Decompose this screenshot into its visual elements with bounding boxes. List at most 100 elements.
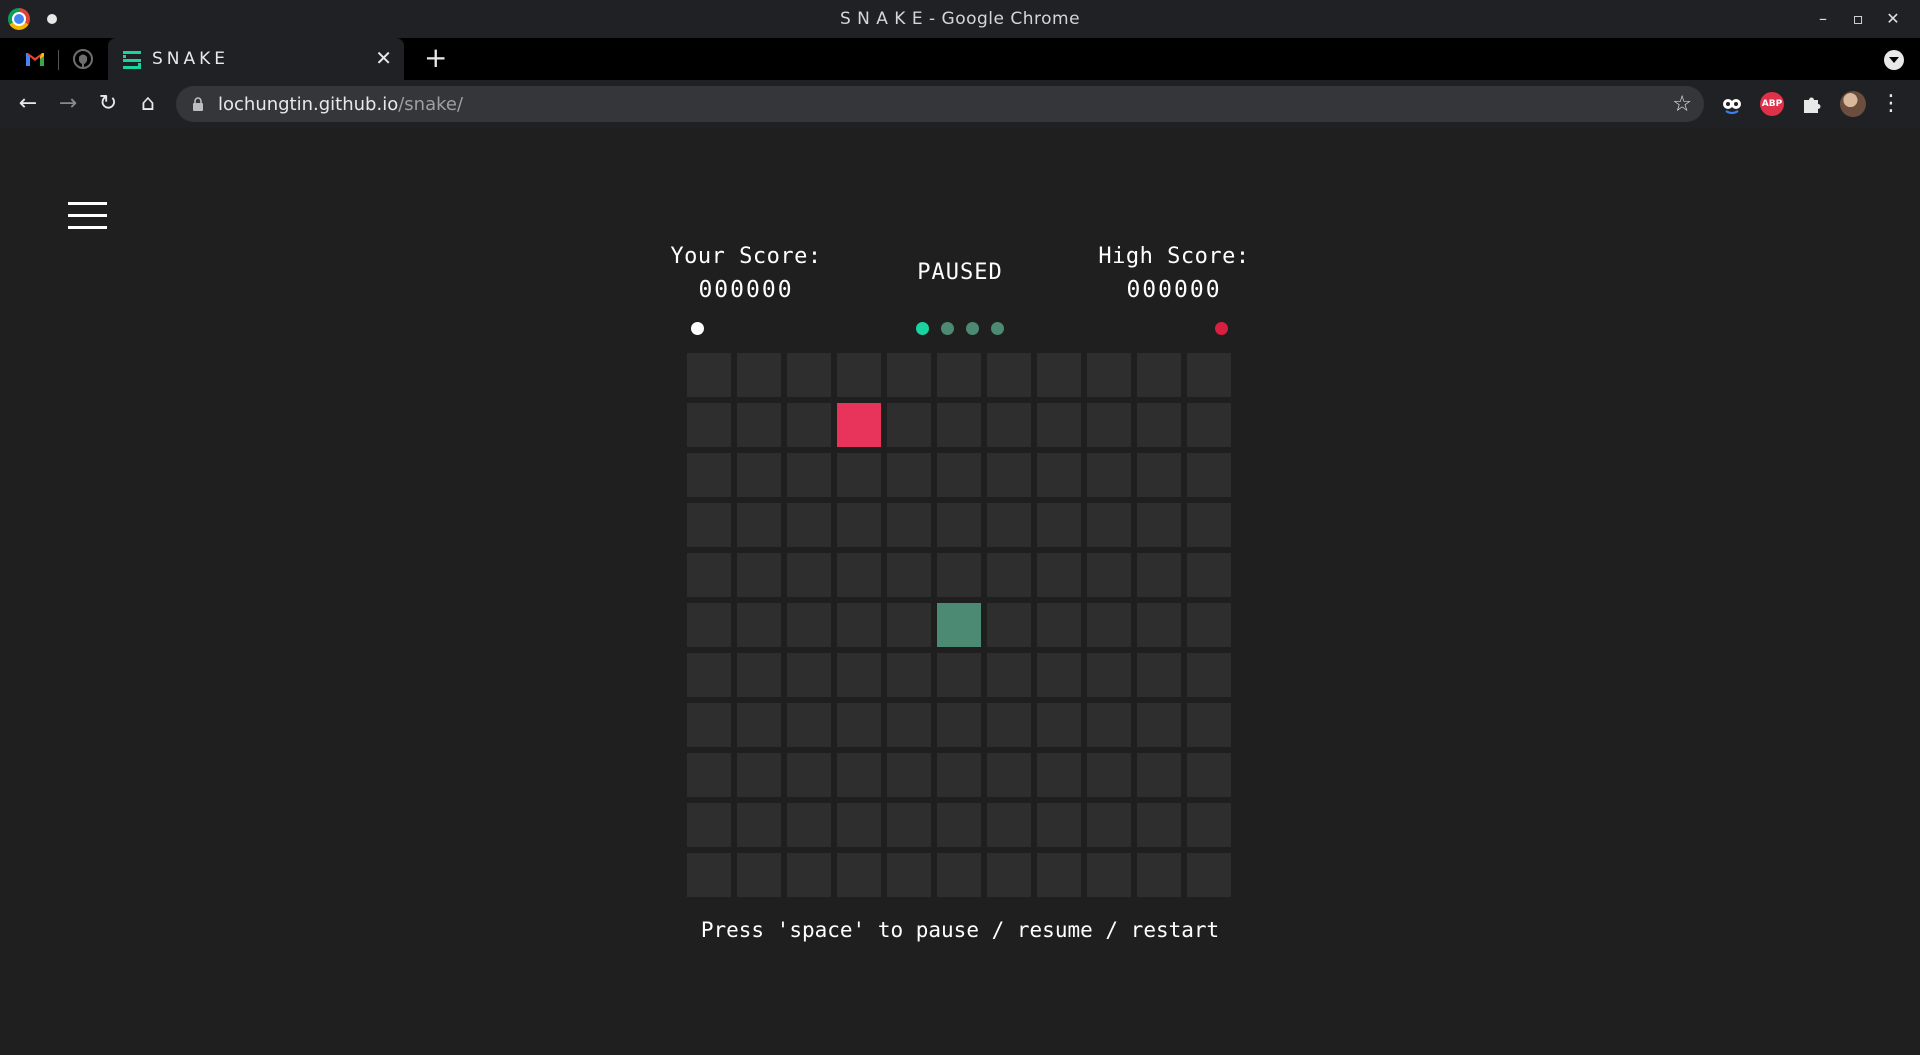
board-cell: [887, 353, 931, 397]
board-cell: [737, 353, 781, 397]
browser-menu-icon[interactable]: ⋮: [1880, 90, 1902, 118]
board-cell: [1137, 453, 1181, 497]
close-window-button[interactable]: ✕: [1878, 6, 1908, 32]
tab-strip: SNAKE ✕ +: [0, 38, 1920, 80]
tab-close-icon[interactable]: ✕: [375, 46, 392, 70]
board-cell: [737, 603, 781, 647]
board-cell: [1087, 453, 1131, 497]
github-icon[interactable]: [72, 48, 94, 70]
board-cell: [687, 353, 731, 397]
board-cell: [1087, 703, 1131, 747]
board-cell: [937, 403, 981, 447]
high-score-value: 000000: [1126, 277, 1222, 303]
window-title: S N A K E - Google Chrome: [839, 9, 1081, 29]
maximize-button[interactable]: ▫: [1843, 6, 1873, 32]
tab-snake[interactable]: SNAKE ✕: [108, 38, 404, 80]
board-cell: [1137, 403, 1181, 447]
adblock-plus-icon[interactable]: ABP: [1760, 92, 1784, 116]
board-cell: [1037, 603, 1081, 647]
home-button[interactable]: ⌂: [134, 90, 162, 118]
board-cell: [937, 753, 981, 797]
speed-dot-4: [991, 322, 1004, 335]
board-cell: [1087, 853, 1131, 897]
board-cell: [1137, 653, 1181, 697]
high-score-label: High Score:: [1098, 244, 1250, 269]
board-cell: [887, 453, 931, 497]
address-bar[interactable]: lochungtin.github.io/snake/ ☆: [176, 86, 1704, 122]
board-cell: [937, 453, 981, 497]
board-cell: [687, 703, 731, 747]
profile-avatar[interactable]: [1840, 91, 1866, 117]
controls-hint: Press 'space' to pause / resume / restar…: [700, 918, 1220, 942]
board-cell: [937, 503, 981, 547]
snake-segment: [937, 603, 981, 647]
lock-icon[interactable]: [192, 97, 204, 111]
board-cell: [737, 503, 781, 547]
board-cell: [687, 803, 731, 847]
your-score-panel: Your Score: 000000: [646, 244, 846, 303]
hamburger-menu-icon[interactable]: [68, 200, 108, 232]
bookmark-star-icon[interactable]: ☆: [1672, 92, 1692, 117]
new-tab-button[interactable]: +: [424, 44, 447, 72]
red-indicator-dot: [1215, 322, 1228, 335]
board-cell: [1087, 403, 1131, 447]
board-cell: [837, 553, 881, 597]
title-bar: S N A K E - Google Chrome – ▫ ✕: [0, 0, 1920, 38]
board-cell: [1187, 653, 1231, 697]
board-cell: [887, 853, 931, 897]
board-cell: [887, 703, 931, 747]
board-cell: [1037, 653, 1081, 697]
board-cell: [1187, 703, 1231, 747]
forward-button[interactable]: →: [54, 90, 82, 118]
board-cell: [837, 653, 881, 697]
extensions-puzzle-icon[interactable]: [1800, 92, 1824, 116]
board-cell: [987, 353, 1031, 397]
board-cell: [987, 853, 1031, 897]
board-cell: [1187, 453, 1231, 497]
url-path: /snake/: [398, 94, 464, 115]
back-button[interactable]: ←: [14, 90, 42, 118]
extension-owl-icon[interactable]: [1720, 92, 1744, 116]
board-cell: [1037, 853, 1081, 897]
board-cell: [837, 703, 881, 747]
minimize-button[interactable]: –: [1808, 6, 1838, 32]
board-cell: [687, 853, 731, 897]
board-cell: [1087, 353, 1131, 397]
gmail-icon[interactable]: [24, 48, 46, 70]
browser-toolbar: ← → ↻ ⌂ lochungtin.github.io/snake/ ☆ AB…: [0, 80, 1920, 128]
board-cell: [737, 803, 781, 847]
board-cell: [1037, 553, 1081, 597]
board-cell: [1137, 803, 1181, 847]
url-text[interactable]: lochungtin.github.io/snake/: [218, 94, 463, 115]
board-cell: [1187, 853, 1231, 897]
board-cell: [787, 753, 831, 797]
board-cell: [687, 503, 731, 547]
board-cell: [987, 453, 1031, 497]
speed-dot-1: [916, 322, 929, 335]
url-host: lochungtin.github.io: [218, 94, 399, 115]
board-cell: [937, 553, 981, 597]
board-cell: [1087, 603, 1131, 647]
board-cell: [887, 503, 931, 547]
board-cell: [787, 453, 831, 497]
game-board[interactable]: [687, 353, 1233, 899]
board-cell: [1137, 703, 1181, 747]
reload-button[interactable]: ↻: [94, 90, 122, 118]
board-cell: [787, 353, 831, 397]
board-cell: [787, 853, 831, 897]
board-cell: [1137, 753, 1181, 797]
board-cell: [987, 803, 1031, 847]
white-indicator-dot: [691, 322, 704, 335]
board-cell: [1187, 503, 1231, 547]
board-cell: [1137, 853, 1181, 897]
tab-search-button[interactable]: [1884, 50, 1904, 70]
board-cell: [837, 753, 881, 797]
board-cell: [1087, 753, 1131, 797]
board-cell: [837, 853, 881, 897]
board-cell: [937, 853, 981, 897]
board-cell: [737, 753, 781, 797]
board-cell: [737, 553, 781, 597]
board-cell: [987, 503, 1031, 547]
board-cell: [737, 653, 781, 697]
board-cell: [887, 403, 931, 447]
